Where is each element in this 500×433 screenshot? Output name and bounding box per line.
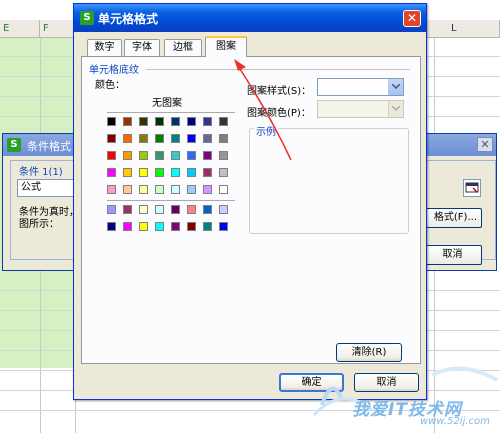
- tab-pattern[interactable]: 图案: [205, 36, 247, 57]
- watermark-url: www.52ij.com: [420, 416, 490, 427]
